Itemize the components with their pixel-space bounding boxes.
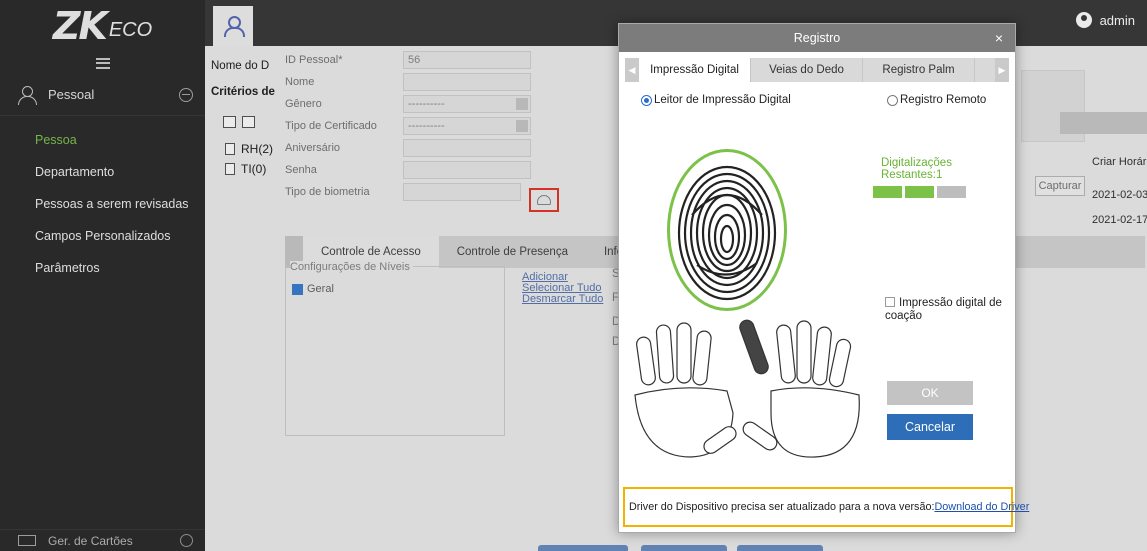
- dialog-header: Registro ×: [619, 24, 1015, 52]
- fingerprint-image-icon: [677, 165, 777, 301]
- radio-leitor[interactable]: Leitor de Impressão Digital: [641, 94, 791, 106]
- duress-label: Impressão digital de coação: [885, 297, 1002, 322]
- radio-selected-icon: [641, 94, 652, 106]
- driver-update-notice: Driver do Dispositivo precisa ser atuali…: [623, 487, 1029, 527]
- chevron-right-icon[interactable]: ▶: [995, 58, 1009, 82]
- ok-button[interactable]: OK: [887, 381, 973, 405]
- driver-message: Driver do Dispositivo precisa ser atuali…: [629, 501, 935, 513]
- radio-label: Leitor de Impressão Digital: [654, 94, 791, 106]
- scan-progress: [873, 186, 966, 198]
- biometric-tabs: ◀ Impressão Digital Veias do Dedo Regist…: [625, 58, 1009, 82]
- checkbox-icon: [885, 297, 895, 307]
- progress-segment: [905, 186, 934, 198]
- radio-remoto[interactable]: Registro Remoto: [887, 94, 986, 106]
- radio-label: Registro Remoto: [900, 94, 987, 106]
- duress-checkbox[interactable]: Impressão digital de coação: [885, 297, 1003, 323]
- tab-impressao-digital[interactable]: Impressão Digital: [639, 58, 751, 82]
- radio-unselected-icon: [887, 94, 898, 106]
- dialog-title: Registro: [793, 31, 841, 45]
- chevron-left-icon[interactable]: ◀: [625, 58, 639, 82]
- fingerprint-scan-area: [667, 149, 787, 311]
- cancel-button[interactable]: Cancelar: [887, 414, 973, 440]
- progress-segment: [937, 186, 966, 198]
- hands-diagram-icon[interactable]: [631, 317, 871, 467]
- tab-veias-do-dedo[interactable]: Veias do Dedo: [751, 58, 863, 82]
- progress-segment: [873, 186, 902, 198]
- close-icon[interactable]: ×: [995, 30, 1003, 46]
- registro-dialog: Registro × ◀ Impressão Digital Veias do …: [618, 23, 1029, 533]
- download-driver-link[interactable]: Download do Driver: [934, 501, 1029, 513]
- remaining-scans-text: Digitalizações Restantes:1: [881, 157, 952, 181]
- tab-registro-palm[interactable]: Registro Palm: [863, 58, 975, 82]
